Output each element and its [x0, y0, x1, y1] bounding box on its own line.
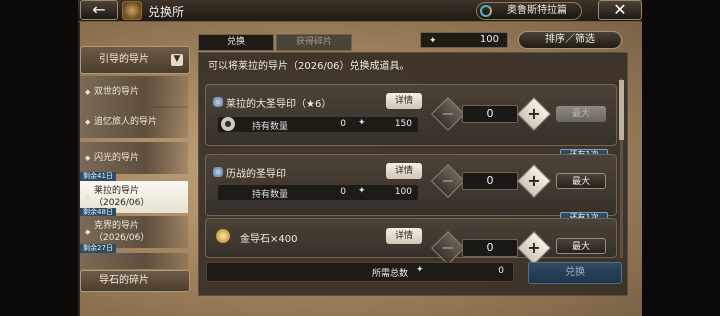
plus-icon: +	[527, 171, 541, 190]
sidebar-item-date: （2026/06）	[94, 233, 150, 243]
sidebar-item-label: 克界的导片	[94, 221, 140, 231]
detail-button[interactable]: 详情	[386, 228, 422, 244]
sidebar-category-shards[interactable]: 导石的碎片	[80, 270, 190, 292]
exchange-emblem-icon	[122, 1, 142, 20]
plus-icon: +	[527, 238, 541, 257]
tab-exchange[interactable]: 兑换	[198, 34, 274, 51]
sidebar-bottom-label: 导石的碎片	[99, 275, 149, 286]
diamond-icon: ◆	[85, 118, 91, 126]
tab-get-shards[interactable]: 获得碎片	[276, 34, 352, 51]
event-label: 奥鲁斯特拉篇	[507, 5, 567, 16]
seal-item-icon	[213, 167, 223, 177]
item-name: 历战的圣导印	[226, 169, 286, 180]
detail-button[interactable]: 详情	[386, 163, 422, 179]
detail-button[interactable]: 详情	[386, 93, 422, 109]
page-title: 兑换所	[148, 5, 185, 19]
list-scrollbar[interactable]	[619, 78, 624, 258]
search-icon[interactable]: ●	[221, 117, 235, 131]
held-label: 持有数量	[252, 190, 289, 200]
sidebar-item-memory-traveler[interactable]: ◆ 追忆旅人的导片	[80, 106, 188, 138]
arrow-left-icon: ←	[92, 0, 106, 19]
item-name: 莱拉的大圣导印（★6）	[226, 99, 332, 110]
max-button[interactable]: 最大	[556, 173, 606, 189]
shard-gem-icon: ✦	[429, 36, 437, 46]
sidebar-category-header[interactable]: 引导的导片 ▼	[80, 46, 190, 74]
minus-icon: −	[441, 104, 455, 123]
refresh-swap-icon	[480, 5, 492, 17]
quantity-field[interactable]: 0	[462, 239, 518, 257]
held-label: 持有数量	[252, 122, 289, 132]
minus-icon: −	[441, 171, 455, 190]
max-button[interactable]: 最大	[556, 238, 606, 254]
quantity-field[interactable]: 0	[462, 172, 518, 190]
shard-gem-icon: ✦	[416, 265, 424, 275]
item-name: 金导石×400	[240, 234, 298, 245]
currency-value: 100	[479, 34, 499, 45]
shard-gem-icon: ✦	[358, 118, 366, 128]
remaining-days-badge: 剩余41日	[80, 172, 116, 181]
sidebar-item-shining[interactable]: ◆ 闪光的导片	[80, 142, 188, 174]
currency-counter: ✦ 100	[420, 32, 508, 48]
diamond-icon: ◆	[85, 228, 91, 236]
sort-filter-button[interactable]: 排序／筛选	[518, 31, 622, 49]
minus-icon: −	[441, 238, 455, 257]
max-button[interactable]: 最大	[556, 106, 606, 122]
shard-gem-icon: ✦	[358, 186, 366, 196]
item-cost: 150	[394, 119, 412, 129]
exchange-button[interactable]: 兑换	[528, 262, 622, 284]
sidebar-item-label: 双世的导片	[94, 87, 140, 97]
back-button[interactable]: ←	[80, 0, 118, 20]
exchange-description: 可以将莱拉的导片（2026/06）兑换成道具。	[208, 61, 410, 72]
diamond-icon: ◆	[85, 193, 91, 201]
held-quantity-row: 持有数量 0 ✦ 100	[218, 185, 418, 200]
close-x-icon: ✕	[613, 0, 627, 19]
sidebar-item-label: 莱拉的导片	[94, 186, 140, 196]
total-required-value: 0	[498, 266, 504, 276]
held-value: 0	[340, 187, 346, 197]
total-required-bar	[206, 262, 514, 282]
scrollbar-thumb[interactable]	[619, 80, 624, 140]
total-required-label: 所需总数	[372, 269, 409, 279]
held-quantity-row: ● 持有数量 0 ✦ 150	[218, 117, 418, 132]
gold-stone-icon	[216, 229, 230, 243]
item-cost: 100	[394, 187, 412, 197]
sidebar-header-label: 引导的导片	[99, 54, 149, 65]
sidebar-item-label: 追忆旅人的导片	[94, 117, 158, 127]
quantity-field[interactable]: 0	[462, 105, 518, 123]
plus-icon: +	[527, 104, 541, 123]
seal-item-icon	[213, 97, 223, 107]
held-value: 0	[340, 119, 346, 129]
sidebar-item-partial[interactable]	[80, 253, 188, 269]
close-button[interactable]: ✕	[598, 0, 642, 20]
diamond-icon: ◆	[85, 88, 91, 96]
chevron-down-icon: ▼	[171, 54, 183, 66]
remaining-days-badge: 剩余27日	[80, 244, 116, 253]
sidebar-item-label: 闪光的导片	[94, 153, 140, 163]
sidebar-item-dual-world[interactable]: ◆ 双世的导片	[80, 76, 188, 108]
diamond-icon: ◆	[85, 154, 91, 162]
